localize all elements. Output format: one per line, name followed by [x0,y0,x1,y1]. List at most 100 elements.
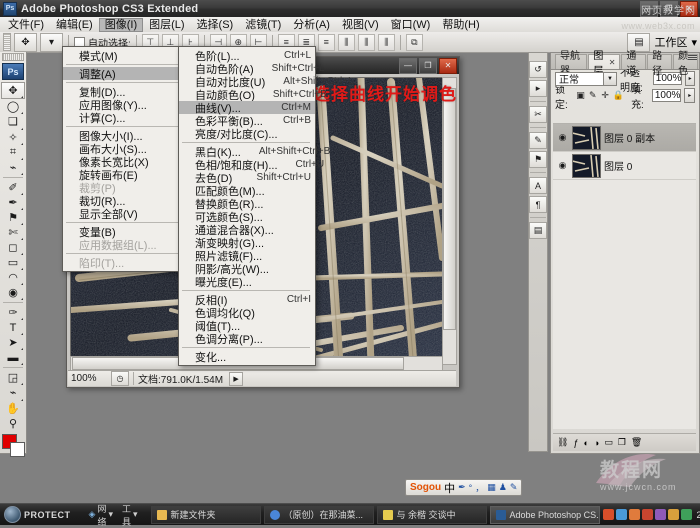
zoom-level-field[interactable]: 100% [68,373,111,384]
paragraph-icon[interactable]: ¶ [529,196,547,213]
canvas-vertical-scrollbar[interactable] [442,77,457,365]
menu-edit[interactable]: 编辑(E) [50,18,99,32]
move-tool-icon[interactable]: ✥ [14,32,37,52]
menu-item-posterize[interactable]: 色调分离(P)... [179,332,315,346]
tray-icon-7[interactable] [680,509,692,520]
hand-tool[interactable]: ✋ [2,401,24,416]
layer-name[interactable]: 图层 0 [604,158,632,173]
history-brush-tool[interactable]: ✄ [2,225,24,240]
dodge-tool[interactable]: ◉ [2,285,24,301]
menu-file[interactable]: 文件(F) [2,18,50,32]
user-icon[interactable]: ♟ [499,482,507,493]
fill-stepper-icon[interactable]: ▸ [684,88,695,103]
character-icon[interactable]: A [529,177,547,194]
menu-image[interactable]: 图像(I) [98,17,144,32]
marquee-tool[interactable]: ◯ [2,99,24,115]
tab-layers[interactable]: 图层 ✕ [588,51,621,77]
lock-transparent-pixels-icon[interactable]: ▣ [576,90,585,102]
healing-brush-tool[interactable]: ✐ [2,180,24,195]
document-restore-button[interactable]: ❐ [419,57,437,74]
chevron-down-icon[interactable]: ▾ [133,509,138,520]
move-tool[interactable]: ✥ [1,82,25,100]
actions-icon[interactable]: ▸ [529,80,547,97]
rectangle-shape-tool[interactable]: ▬ [2,350,24,366]
tool-preset-caret-icon[interactable]: ▾ [40,32,63,52]
type-tool[interactable]: T [2,320,24,336]
menu-layer[interactable]: 图层(L) [143,18,190,32]
menu-view[interactable]: 视图(V) [336,18,385,32]
punctuation-icon[interactable]: ， [475,481,484,494]
layer-mask-icon[interactable]: ◐ [583,438,588,448]
document-close-button[interactable]: ✕ [439,57,457,74]
half-width-icon[interactable]: ° [469,483,473,493]
tray-icon-4[interactable] [641,509,653,520]
tray-icon-5[interactable] [654,509,666,520]
status-menu-arrow-icon[interactable]: ▶ [229,371,244,386]
ime-language-toggle[interactable]: 中 [444,480,455,496]
menu-item-brightness-contrast[interactable]: 亮度/对比度(C)... [179,127,315,141]
new-adjustment-layer-icon[interactable]: ◑ [594,438,599,448]
layer-style-icon[interactable]: ƒ [573,438,578,448]
keyboard-icon[interactable]: ▦ [487,482,496,493]
magic-wand-tool[interactable]: ✧ [2,130,24,145]
taskbar-button-photoshop[interactable]: Adobe Photoshop CS... [489,505,600,524]
tray-icon-2[interactable] [615,509,627,520]
tray-icon-1[interactable] [602,509,614,520]
start-button[interactable]: PROTECT [2,506,76,524]
brush-tool[interactable]: ✒ [2,195,24,210]
menu-select[interactable]: 选择(S) [191,18,240,32]
blur-tool[interactable]: ◠ [2,270,24,286]
vertical-scroll-thumb[interactable] [443,88,456,330]
distribute-bottom-icon[interactable]: ≡ [317,33,335,51]
distribute-left-icon[interactable]: ⫼ [337,33,355,51]
status-grip-icon[interactable]: ◷ [111,371,129,386]
menu-window[interactable]: 窗口(W) [385,18,437,32]
eraser-tool[interactable]: ◻ [2,240,24,256]
options-bar-grip[interactable] [3,33,11,51]
toolbox-grip[interactable] [2,53,24,62]
slice-tool[interactable]: ⌁ [2,160,24,175]
fill-input[interactable]: 100% [651,89,682,102]
quicklaunch-network[interactable]: ◈ 网络 ▾ [86,502,116,528]
taskbar-button-chat[interactable]: 与 余楷 交谈中 [376,505,487,524]
table-row[interactable]: ◉ 图层 0 副本 [553,124,696,152]
layer-thumbnail[interactable] [572,153,601,178]
distribute-horizontal-center-icon[interactable]: ⫼ [357,33,375,51]
toolbox-icon[interactable]: ✎ [510,482,518,493]
color-swatches[interactable] [2,433,25,457]
background-color-swatch[interactable] [10,441,25,457]
tray-icon-6[interactable] [667,509,679,520]
lock-position-icon[interactable]: ✛ [600,90,609,102]
tool-presets-icon[interactable]: ✂ [529,106,547,123]
panel-menu-icon[interactable] [688,55,697,60]
tab-paths[interactable]: 路径 [647,51,673,77]
crop-tool[interactable]: ⌗ [2,145,24,160]
info-icon[interactable]: ▤ [529,222,547,239]
eyedropper-tool[interactable]: ⌁ [2,385,24,401]
chevron-down-icon[interactable]: ▼ [603,72,616,85]
distribute-right-icon[interactable]: ⫼ [377,33,395,51]
menu-item-exposure[interactable]: 曝光度(E)... [179,275,315,289]
tray-icon-3[interactable] [628,509,640,520]
taskbar-button-browser[interactable]: （原创）在那油菜... [263,505,374,524]
menu-analysis[interactable]: 分析(A) [287,18,336,32]
gradient-tool[interactable]: ▭ [2,255,24,271]
lock-image-pixels-icon[interactable]: ✎ [588,90,597,102]
quicklaunch-tools[interactable]: 工具 ▾ [119,502,141,528]
zoom-tool[interactable]: ⚲ [2,416,24,431]
layer-visibility-icon[interactable]: ◉ [556,132,569,143]
tab-channels[interactable]: 通道 [621,51,647,77]
pen-icon[interactable]: ✒ [458,482,466,493]
link-layers-icon[interactable]: ⛓ [557,437,568,448]
chevron-down-icon[interactable]: ▾ [108,509,113,520]
blend-mode-select[interactable]: 正常 ▼ [555,71,617,86]
auto-align-layers-icon[interactable]: ⧉ [405,33,423,51]
clone-source-icon[interactable]: ⚑ [529,151,547,168]
layer-thumbnail[interactable] [572,125,601,150]
menu-filter[interactable]: 滤镜(T) [239,18,287,32]
sogou-logo-icon[interactable]: Sogou [410,482,441,493]
menu-help[interactable]: 帮助(H) [436,18,485,32]
history-icon[interactable]: ↺ [529,61,547,78]
document-minimize-button[interactable]: — [399,57,417,74]
path-selection-tool[interactable]: ➤ [2,335,24,351]
